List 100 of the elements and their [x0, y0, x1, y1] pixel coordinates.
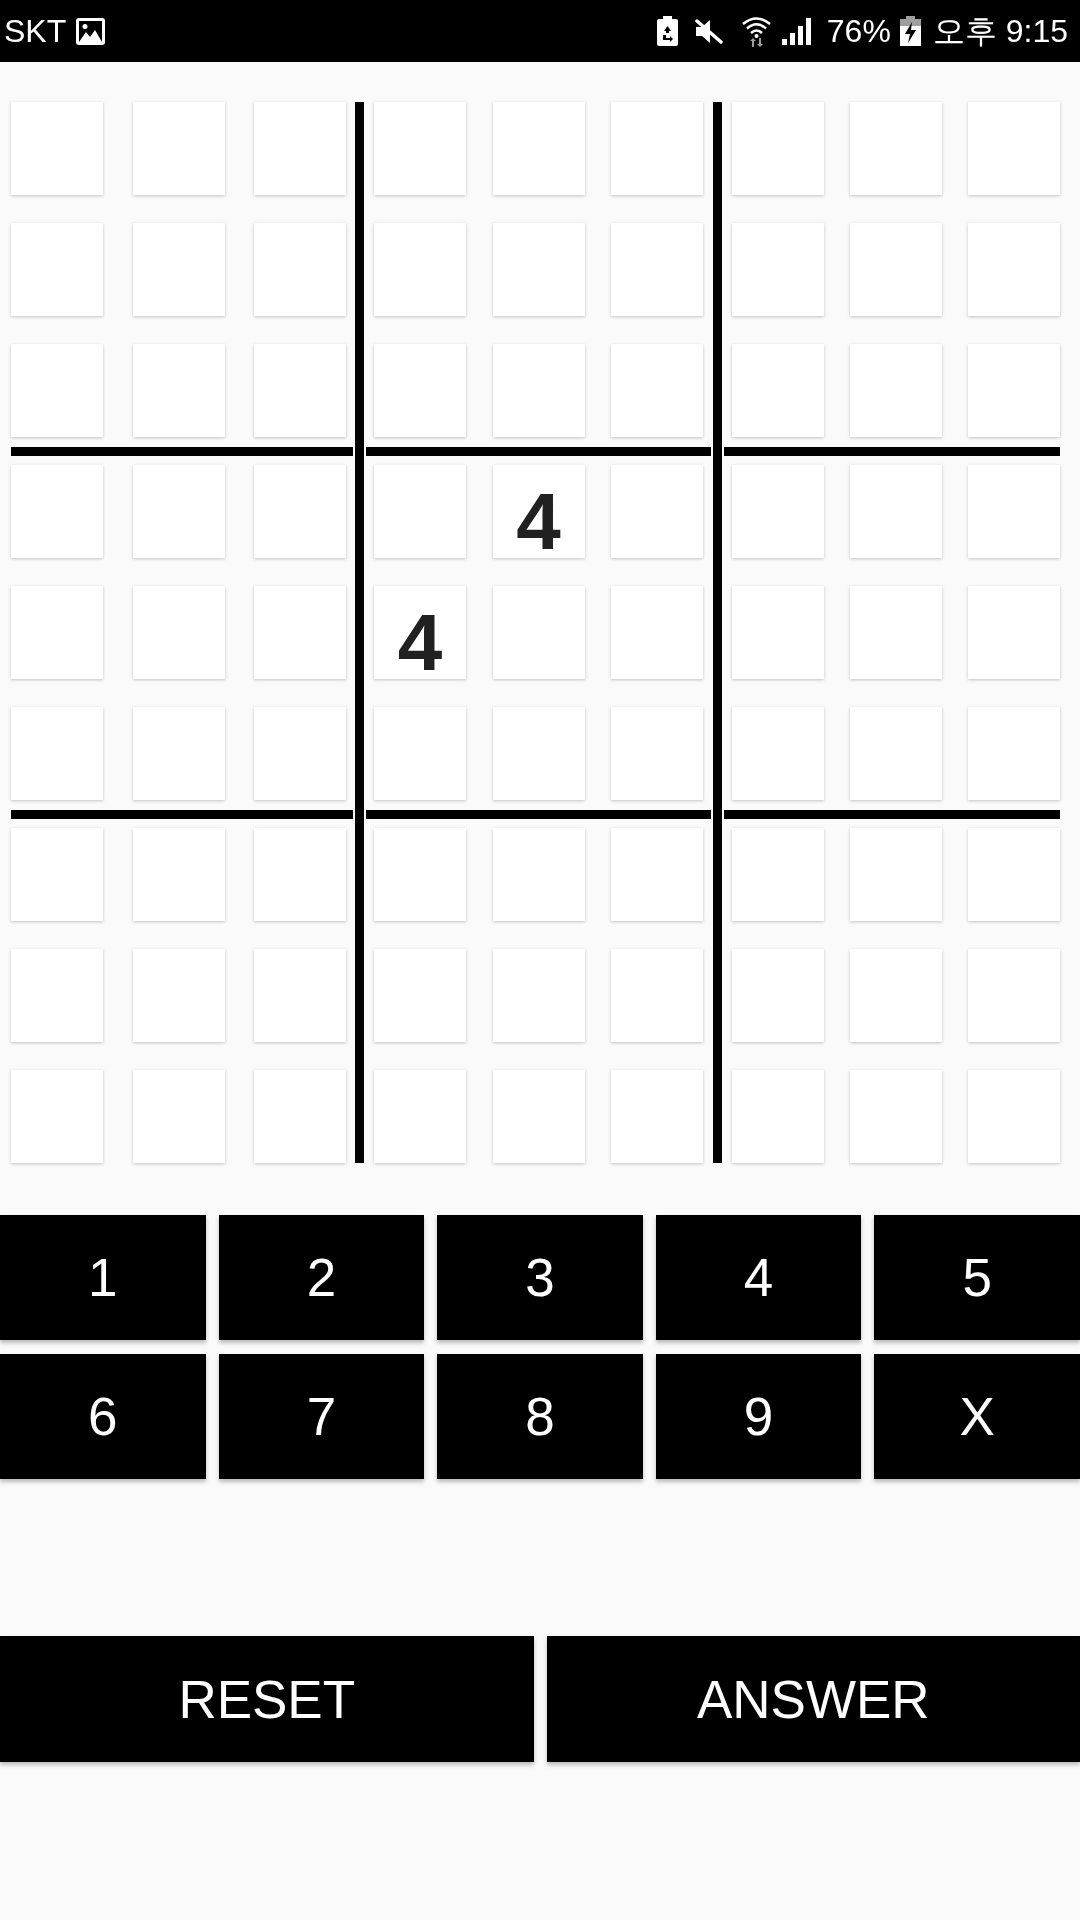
sudoku-cell[interactable]: [611, 344, 703, 437]
sudoku-cell[interactable]: [732, 223, 824, 316]
sudoku-cell[interactable]: [374, 949, 466, 1042]
sudoku-cell[interactable]: [254, 949, 346, 1042]
sudoku-cell[interactable]: [732, 1070, 824, 1163]
sudoku-cell[interactable]: [611, 1070, 703, 1163]
sudoku-cell[interactable]: [374, 828, 466, 921]
sudoku-cell[interactable]: [132, 586, 225, 679]
sudoku-cell[interactable]: [374, 465, 466, 558]
sudoku-cell[interactable]: [732, 102, 824, 195]
sudoku-cell[interactable]: [968, 586, 1060, 679]
sudoku-cell[interactable]: [492, 344, 585, 437]
sudoku-cell[interactable]: [968, 828, 1060, 921]
sudoku-cell[interactable]: [850, 1070, 942, 1163]
sudoku-cell[interactable]: [850, 344, 942, 437]
sudoku-cell[interactable]: [254, 223, 346, 316]
sudoku-cell[interactable]: [254, 102, 346, 195]
sudoku-cell[interactable]: [132, 707, 225, 800]
sudoku-cell[interactable]: [968, 707, 1060, 800]
sudoku-cell[interactable]: [850, 828, 942, 921]
wifi-icon: [741, 15, 771, 47]
sudoku-cell[interactable]: [132, 1070, 225, 1163]
sudoku-cell[interactable]: 4: [492, 465, 585, 558]
sudoku-cell[interactable]: [132, 223, 225, 316]
sudoku-cell[interactable]: [850, 586, 942, 679]
sudoku-cell[interactable]: [374, 102, 466, 195]
sudoku-cell[interactable]: [611, 949, 703, 1042]
sudoku-cell[interactable]: [11, 465, 103, 558]
sudoku-cell[interactable]: [254, 586, 346, 679]
sudoku-cell[interactable]: [968, 949, 1060, 1042]
action-button[interactable]: ANSWER: [546, 1636, 1080, 1762]
keypad-key[interactable]: 6: [0, 1354, 206, 1479]
sudoku-cell[interactable]: [611, 828, 703, 921]
battery-percent: 76%: [826, 15, 891, 47]
sudoku-cell[interactable]: [732, 344, 824, 437]
sudoku-cell[interactable]: [132, 828, 225, 921]
sudoku-cell[interactable]: [374, 707, 466, 800]
sudoku-cell[interactable]: [492, 949, 585, 1042]
sudoku-cell[interactable]: [132, 344, 225, 437]
action-button[interactable]: RESET: [0, 1636, 534, 1762]
sudoku-cell[interactable]: [11, 1070, 103, 1163]
sudoku-cell[interactable]: [732, 828, 824, 921]
sudoku-cell[interactable]: [492, 707, 585, 800]
sudoku-cell[interactable]: [254, 1070, 346, 1163]
mute-icon: [693, 18, 723, 44]
sudoku-cell[interactable]: [968, 102, 1060, 195]
sudoku-cell[interactable]: [374, 344, 466, 437]
sudoku-cell[interactable]: [732, 465, 824, 558]
sudoku-cell[interactable]: [850, 707, 942, 800]
sudoku-cell[interactable]: [968, 344, 1060, 437]
sudoku-cell[interactable]: [850, 949, 942, 1042]
clock-time: 오후 9:15: [932, 15, 1068, 47]
sudoku-cell[interactable]: [492, 102, 585, 195]
sudoku-cell[interactable]: [374, 223, 466, 316]
sudoku-cell[interactable]: [611, 223, 703, 316]
sudoku-cell[interactable]: [492, 828, 585, 921]
signal-icon: [781, 17, 814, 45]
sudoku-cell[interactable]: [11, 102, 103, 195]
sudoku-cell[interactable]: [732, 949, 824, 1042]
sudoku-cell[interactable]: [732, 707, 824, 800]
sudoku-cell[interactable]: [11, 949, 103, 1042]
sudoku-cell[interactable]: [492, 1070, 585, 1163]
sudoku-cell[interactable]: [611, 707, 703, 800]
sudoku-cell[interactable]: [611, 102, 703, 195]
sudoku-cell[interactable]: [132, 949, 225, 1042]
sudoku-cell[interactable]: [254, 344, 346, 437]
sudoku-cell[interactable]: [850, 102, 942, 195]
sudoku-cell[interactable]: [11, 344, 103, 437]
keypad-key[interactable]: X: [874, 1354, 1080, 1479]
keypad-key[interactable]: 4: [655, 1215, 862, 1340]
sudoku-cell[interactable]: 4: [374, 586, 466, 679]
battery-charging-icon: [899, 16, 921, 46]
sudoku-cell[interactable]: [132, 102, 225, 195]
sudoku-cell[interactable]: [11, 586, 103, 679]
sudoku-cell[interactable]: [254, 465, 346, 558]
sudoku-cell[interactable]: [132, 465, 225, 558]
keypad-key[interactable]: 1: [0, 1215, 206, 1340]
sudoku-cell[interactable]: [850, 465, 942, 558]
sudoku-cell[interactable]: [611, 465, 703, 558]
sudoku-cell[interactable]: [11, 707, 103, 800]
sudoku-cell[interactable]: [11, 223, 103, 316]
keypad-key[interactable]: 3: [437, 1215, 643, 1340]
keypad-key[interactable]: 2: [218, 1215, 425, 1340]
image-icon: [76, 17, 106, 45]
sudoku-cell[interactable]: [611, 586, 703, 679]
sudoku-cell[interactable]: [374, 1070, 466, 1163]
sudoku-cell[interactable]: [254, 707, 346, 800]
keypad-key[interactable]: 5: [874, 1215, 1080, 1340]
sudoku-cell[interactable]: [492, 586, 585, 679]
sudoku-cell[interactable]: [968, 465, 1060, 558]
sudoku-cell[interactable]: [254, 828, 346, 921]
sudoku-cell[interactable]: [11, 828, 103, 921]
sudoku-cell[interactable]: [850, 223, 942, 316]
keypad-key[interactable]: 9: [655, 1354, 862, 1479]
sudoku-cell[interactable]: [968, 1070, 1060, 1163]
sudoku-cell[interactable]: [492, 223, 585, 316]
sudoku-cell[interactable]: [732, 586, 824, 679]
keypad-key[interactable]: 8: [437, 1354, 643, 1479]
keypad-key[interactable]: 7: [218, 1354, 425, 1479]
sudoku-cell[interactable]: [968, 223, 1060, 316]
